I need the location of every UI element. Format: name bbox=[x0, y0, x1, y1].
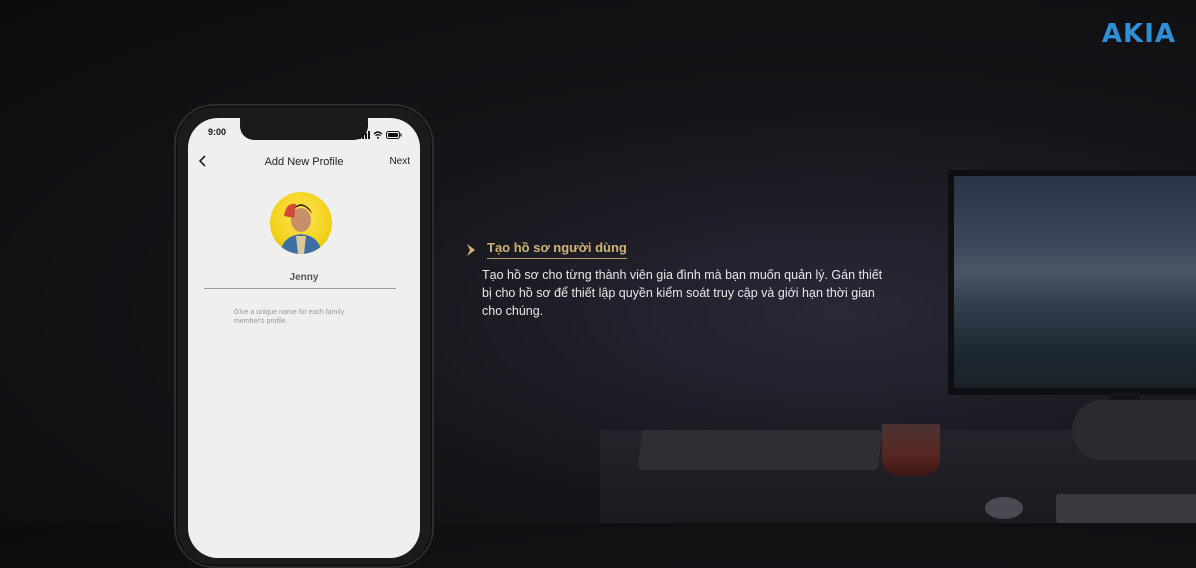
brand-logo-text: AKIA bbox=[1101, 19, 1176, 49]
monitor-image bbox=[948, 170, 1196, 395]
phone-screen: 9:00 Add New Profile Next Jenny Give a u… bbox=[188, 118, 420, 558]
feature-description: Tạo hồ sơ cho từng thành viên gia đình m… bbox=[482, 268, 883, 318]
speaker-image bbox=[1072, 400, 1196, 460]
avatar-photo bbox=[280, 203, 322, 254]
input-underline bbox=[204, 288, 396, 289]
phone-mockup: 9:00 Add New Profile Next Jenny Give a u… bbox=[174, 104, 434, 568]
laptop-image bbox=[637, 430, 883, 470]
wifi-icon bbox=[373, 126, 383, 144]
next-button[interactable]: Next bbox=[389, 156, 410, 167]
keyboard-image bbox=[1056, 494, 1196, 523]
avatar[interactable] bbox=[270, 192, 332, 254]
nav-title: Add New Profile bbox=[264, 156, 344, 168]
status-time: 9:00 bbox=[208, 127, 227, 137]
status-icons bbox=[359, 126, 402, 144]
monitor-screen-image bbox=[954, 176, 1196, 388]
profile-name-input[interactable]: Jenny bbox=[188, 272, 420, 283]
tea-cup-image bbox=[882, 424, 940, 476]
feature-title: Tạo hồ sơ người dùng bbox=[487, 240, 627, 259]
nav-bar: Add New Profile Next bbox=[188, 154, 420, 174]
battery-icon bbox=[386, 126, 402, 144]
profile-name-hint: Give a unique name for each family membe… bbox=[234, 309, 345, 325]
brand-logo[interactable]: AKIA bbox=[1102, 18, 1176, 50]
signal-icon bbox=[359, 126, 370, 144]
phone-notch bbox=[240, 118, 368, 140]
chevron-right-icon bbox=[463, 242, 479, 258]
mouse-image bbox=[985, 497, 1023, 519]
